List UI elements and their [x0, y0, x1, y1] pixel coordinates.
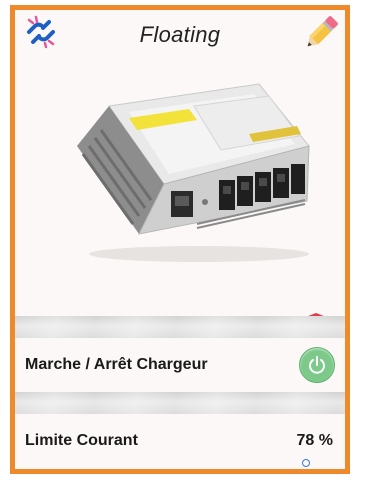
battery-charger-image	[77, 83, 310, 262]
page-indicator-dot[interactable]	[302, 459, 310, 467]
power-icon	[309, 356, 325, 374]
current-limit-value: 78 %	[296, 432, 333, 449]
power-row: Marche / Arrêt Chargeur	[15, 338, 345, 392]
product-area	[15, 56, 345, 345]
current-limit-label: Limite Courant	[25, 432, 138, 449]
current-limit-row[interactable]: Limite Courant 78 %	[15, 414, 345, 468]
power-toggle-button[interactable]	[299, 347, 335, 383]
app-frame: Floating Marche / Arrêt Chargeur Limite …	[10, 5, 350, 474]
page-title: Floating	[139, 22, 221, 47]
section-divider	[15, 392, 345, 414]
power-row-label: Marche / Arrêt Chargeur	[25, 356, 208, 373]
section-divider	[15, 316, 345, 338]
pencil-icon[interactable]	[303, 14, 339, 52]
header: Floating	[15, 10, 345, 56]
